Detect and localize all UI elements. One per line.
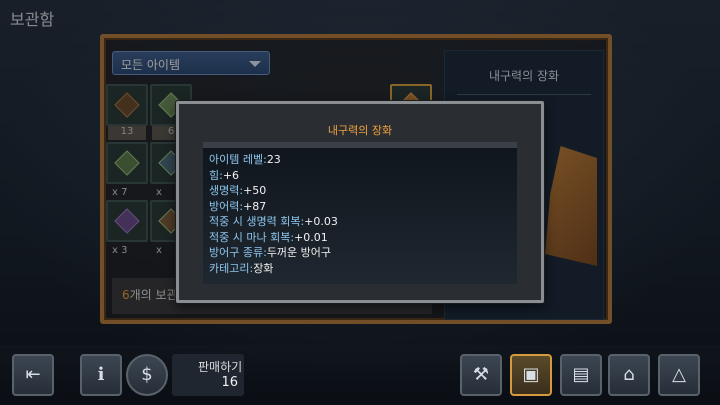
sell-count: 16 <box>221 375 238 390</box>
coin-icon: $ <box>141 364 153 385</box>
stat-key: 방어구 종류: <box>209 246 267 259</box>
gift-icon: ⌂ <box>623 364 635 385</box>
stat-value: +6 <box>222 168 240 182</box>
shop-button[interactable]: ⌂ <box>608 354 650 396</box>
storage-tab-button[interactable]: ▣ <box>510 354 552 396</box>
item-tooltip: 내구력의 장화 아이템 레벨:23 힘:+6 생명력:+50 방어력:+87 적… <box>176 101 544 303</box>
book-button[interactable]: ▤ <box>560 354 602 396</box>
stat-key: 적중 시 생명력 회복: <box>209 215 305 228</box>
stat-key: 방어력: <box>209 199 244 213</box>
stat-key: 카테고리: <box>209 261 254 275</box>
stat-line: 적중 시 마나 회복:+0.01 <box>209 230 511 246</box>
stat-key: 아이템 레벨: <box>209 153 267 166</box>
stat-key: 힘: <box>209 168 223 182</box>
stat-value: +87 <box>243 199 267 213</box>
hanger-icon: △ <box>672 364 686 385</box>
info-button[interactable]: i <box>80 354 122 396</box>
anvil-icon: ⚒ <box>472 364 490 385</box>
stat-value: 두꺼운 방어구 <box>266 246 332 259</box>
chest-icon: ▣ <box>522 364 540 385</box>
sell-coin-button[interactable]: $ <box>126 354 168 396</box>
stat-line: 방어구 종류:두꺼운 방어구 <box>209 245 511 261</box>
stat-value: +50 <box>243 184 267 197</box>
stat-value: +0.01 <box>294 230 328 244</box>
stat-line: 아이템 레벨:23 <box>209 152 511 168</box>
stat-line: 힘:+6 <box>209 168 511 184</box>
stat-value: 23 <box>266 153 281 166</box>
tooltip-stats: 아이템 레벨:23 힘:+6 생명력:+50 방어력:+87 적중 시 생명력 … <box>203 142 517 284</box>
stat-value: +0.03 <box>304 215 338 228</box>
stat-line: 적중 시 생명력 회복:+0.03 <box>209 214 511 230</box>
stat-line: 카테고리:장화 <box>209 261 511 277</box>
tooltip-title: 내구력의 장화 <box>327 124 393 137</box>
stat-line: 생명력:+50 <box>209 183 511 199</box>
stat-value: 장화 <box>253 261 274 275</box>
exit-button[interactable]: ⇤ <box>12 354 54 396</box>
stat-line: 방어력:+87 <box>209 199 511 215</box>
craft-button[interactable]: ⚒ <box>460 354 502 396</box>
sell-counter: 판매하기 16 <box>172 354 244 396</box>
stat-key: 적중 시 마나 회복: <box>209 230 295 244</box>
book-icon: ▤ <box>572 364 590 385</box>
info-icon: i <box>97 364 105 385</box>
stat-key: 생명력: <box>209 184 244 197</box>
exit-icon: ⇤ <box>25 364 41 385</box>
sell-label: 판매하기 <box>198 360 243 374</box>
wardrobe-button[interactable]: △ <box>658 354 700 396</box>
